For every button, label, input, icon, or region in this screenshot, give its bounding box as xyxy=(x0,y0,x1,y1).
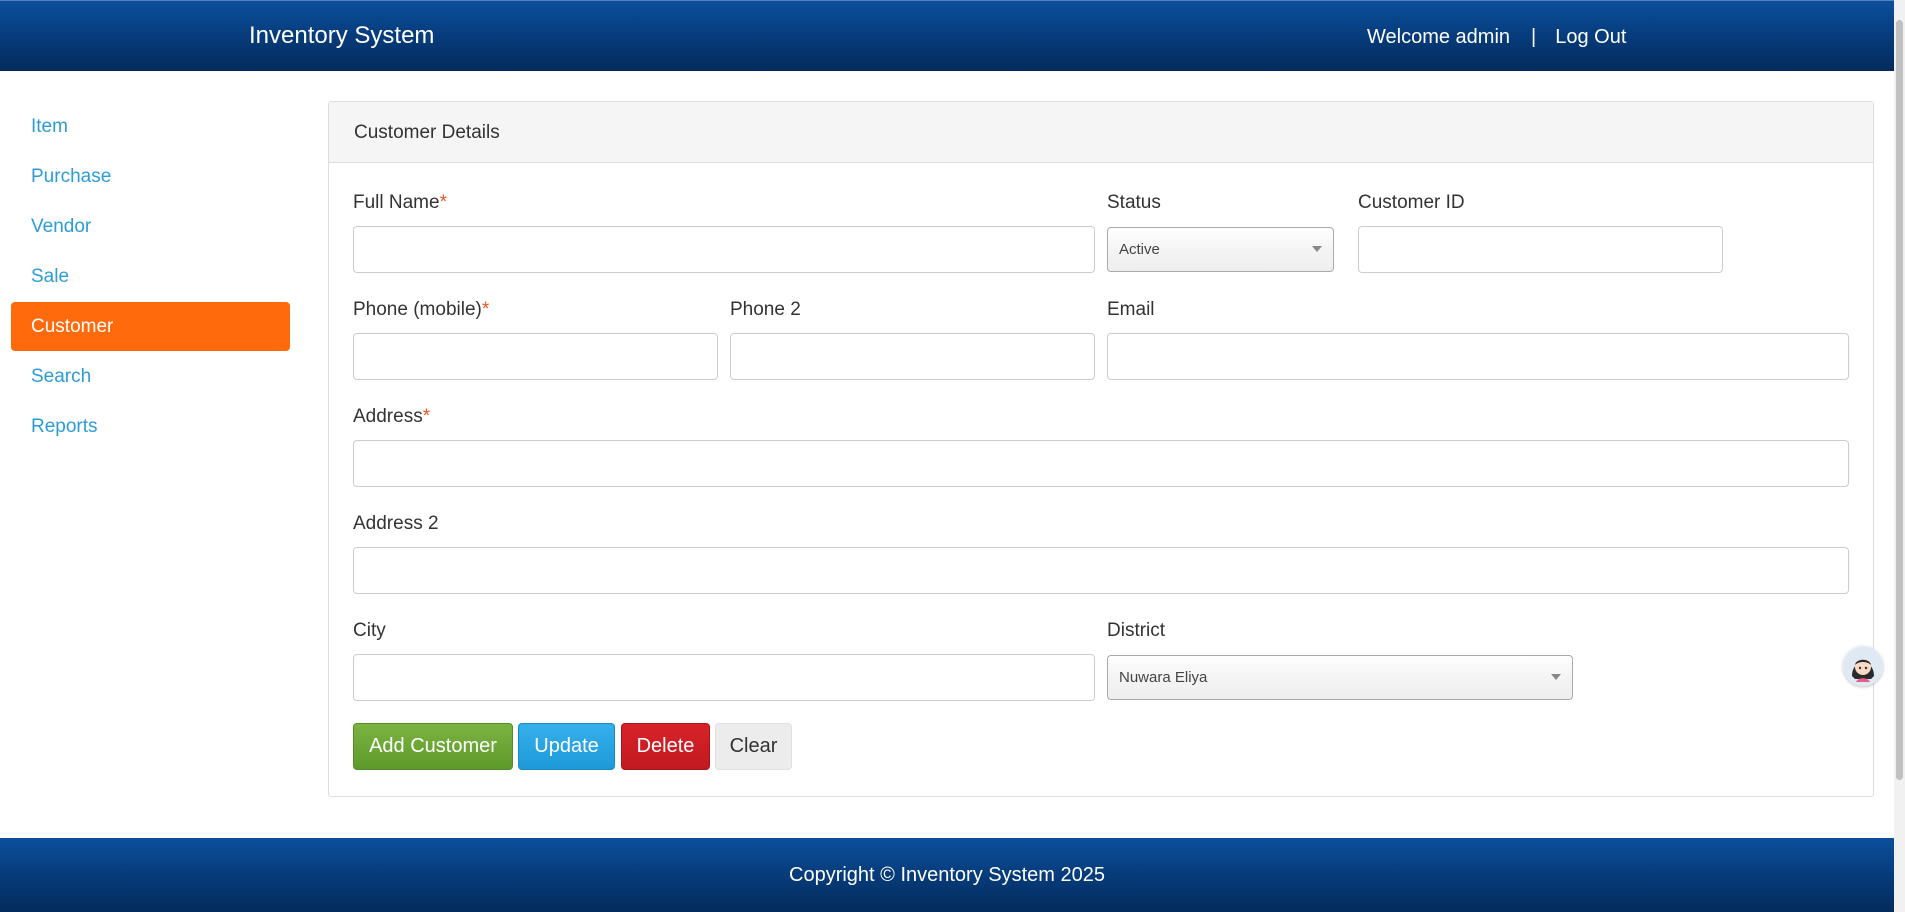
address2-group: Address 2 xyxy=(353,513,1849,594)
clear-button[interactable]: Clear xyxy=(715,723,792,770)
email-label: Email xyxy=(1107,299,1155,320)
full-name-input[interactable] xyxy=(353,226,1095,273)
city-group: City xyxy=(353,620,1095,701)
page-scrollbar[interactable] xyxy=(1894,0,1905,912)
add-customer-button[interactable]: Add Customer xyxy=(353,723,513,770)
sidebar-item-customer[interactable]: Customer xyxy=(11,302,290,351)
phone2-label: Phone 2 xyxy=(730,299,801,320)
district-label: District xyxy=(1107,620,1166,641)
sidebar-item-purchase[interactable]: Purchase xyxy=(11,152,290,201)
chevron-down-icon xyxy=(1312,246,1322,252)
address-input[interactable] xyxy=(353,440,1849,487)
top-navbar: Inventory System Welcome admin | Log Out xyxy=(0,0,1894,71)
scrollbar-thumb[interactable] xyxy=(1896,20,1903,780)
avatar-icon xyxy=(1844,647,1882,685)
sidebar-item-search[interactable]: Search xyxy=(11,352,290,401)
customer-id-label: Customer ID xyxy=(1358,192,1465,213)
city-label: City xyxy=(353,620,386,641)
status-group: Status Active xyxy=(1107,192,1334,272)
address-group: Address* xyxy=(353,406,1849,487)
sidebar-item-reports[interactable]: Reports xyxy=(11,402,290,451)
phone2-group: Phone 2 xyxy=(730,299,1095,380)
status-selected-value: Active xyxy=(1119,241,1160,258)
district-select[interactable]: Nuwara Eliya xyxy=(1107,655,1573,700)
customer-id-group: Customer ID xyxy=(1358,192,1723,273)
phone-mobile-group: Phone (mobile)* xyxy=(353,299,718,380)
sidebar-nav: Item Purchase Vendor Sale Customer Searc… xyxy=(11,102,290,452)
customer-id-input[interactable] xyxy=(1358,226,1723,273)
chat-assistant-avatar-icon[interactable] xyxy=(1843,646,1883,686)
city-input[interactable] xyxy=(353,654,1095,701)
delete-button[interactable]: Delete xyxy=(621,723,710,770)
address2-input[interactable] xyxy=(353,547,1849,594)
welcome-text: Welcome admin xyxy=(1367,26,1511,48)
required-mark: * xyxy=(439,192,447,213)
app-brand[interactable]: Inventory System xyxy=(249,22,434,50)
phone-mobile-input[interactable] xyxy=(353,333,718,380)
logout-link[interactable]: Log Out xyxy=(1555,26,1626,48)
district-selected-value: Nuwara Eliya xyxy=(1119,669,1208,686)
user-box: Welcome admin | Log Out xyxy=(1367,26,1626,49)
status-label: Status xyxy=(1107,192,1161,213)
separator: | xyxy=(1531,26,1537,48)
sidebar-item-vendor[interactable]: Vendor xyxy=(11,202,290,251)
email-input[interactable] xyxy=(1107,333,1849,380)
phone2-input[interactable] xyxy=(730,333,1095,380)
district-group: District Nuwara Eliya xyxy=(1107,620,1573,700)
sidebar-item-item[interactable]: Item xyxy=(11,102,290,151)
copyright-text: Copyright © Inventory System 2025 xyxy=(789,864,1105,886)
address-label: Address* xyxy=(353,406,431,427)
chevron-down-icon xyxy=(1551,674,1561,680)
full-name-label: Full Name* xyxy=(353,192,447,213)
full-name-group: Full Name* xyxy=(353,192,1095,273)
phone-mobile-label: Phone (mobile)* xyxy=(353,299,490,320)
required-mark: * xyxy=(481,299,490,320)
status-select[interactable]: Active xyxy=(1107,227,1334,272)
footer: Copyright © Inventory System 2025 xyxy=(0,838,1894,912)
panel-title: Customer Details xyxy=(329,102,1873,163)
required-mark: * xyxy=(422,406,431,427)
sidebar-item-sale[interactable]: Sale xyxy=(11,252,290,301)
address2-label: Address 2 xyxy=(353,513,439,534)
update-button[interactable]: Update xyxy=(518,723,615,770)
email-group: Email xyxy=(1107,299,1849,380)
